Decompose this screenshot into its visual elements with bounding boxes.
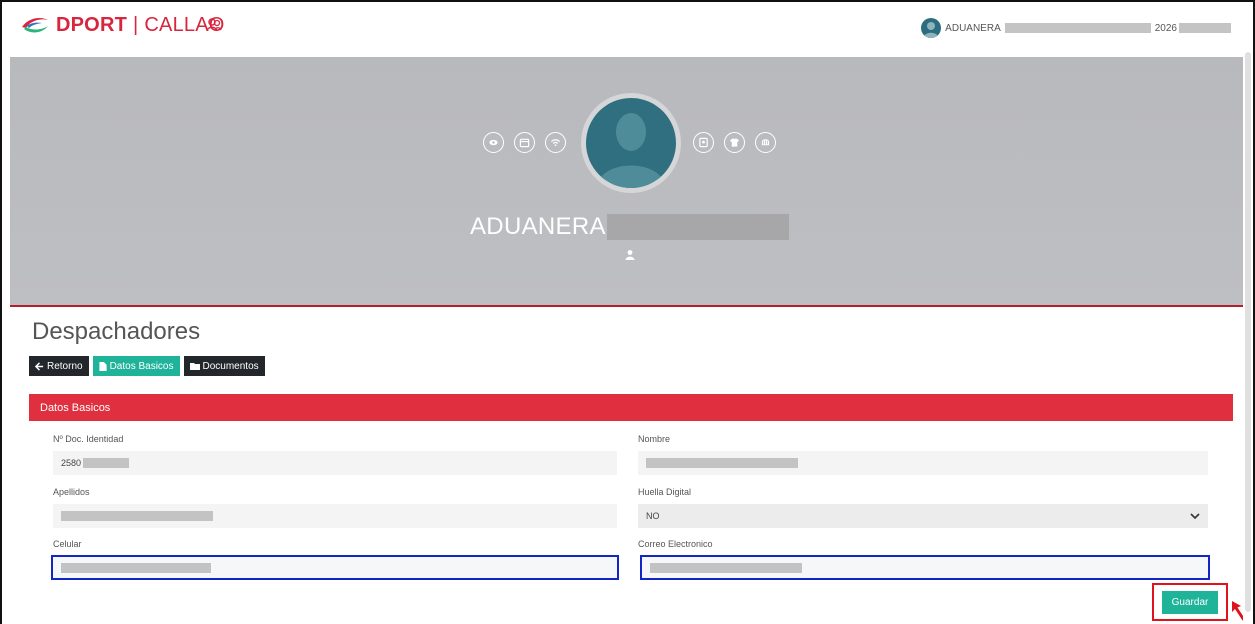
user-avatar: [921, 18, 942, 38]
doc-identidad-field[interactable]: 2580: [53, 451, 617, 475]
nombre-label: Nombre: [638, 434, 671, 444]
brand-primary: DPORT: [56, 14, 127, 36]
apellidos-redacted: [61, 511, 213, 521]
eye-icon[interactable]: [483, 132, 504, 153]
dport-logo-icon[interactable]: [20, 14, 50, 36]
tab-datos-basicos[interactable]: Datos Basicos: [92, 356, 180, 376]
user-year: 2026: [1154, 22, 1177, 34]
tab-documentos-label: Documentos: [202, 360, 259, 372]
person-icon: [625, 250, 635, 260]
nombre-redacted: [646, 458, 798, 468]
user-silhouette-icon: [923, 22, 940, 38]
user-menu[interactable]: ADUANERA 2026: [921, 16, 1231, 40]
huella-digital-select[interactable]: NO: [638, 504, 1208, 528]
page-scrollbar[interactable]: [1243, 48, 1253, 624]
id-badge-icon[interactable]: [693, 132, 714, 153]
page-title: Despachadores: [32, 318, 201, 345]
doc-identidad-redacted: [83, 458, 130, 468]
back-button-label: Retorno: [47, 360, 83, 372]
glove-icon[interactable]: [755, 132, 776, 153]
correo-label: Correo Electronico: [638, 539, 713, 549]
top-navbar: DPORT | CALLAO ADUANERA 2026: [2, 2, 1253, 48]
user-name-redacted: [1004, 23, 1151, 33]
folder-icon: [189, 363, 200, 370]
celular-input[interactable]: [51, 555, 619, 580]
correo-redacted: [650, 562, 802, 573]
brand-separator: |: [133, 14, 139, 36]
apellidos-label: Apellidos: [53, 487, 90, 497]
huella-digital-label: Huella Digital: [638, 487, 692, 497]
arrow-left-icon: [35, 361, 44, 371]
calendar-icon[interactable]: [514, 132, 535, 153]
profile-avatar[interactable]: [581, 93, 681, 193]
apellidos-field[interactable]: [53, 504, 617, 528]
shirt-icon[interactable]: [724, 132, 745, 153]
tab-bar: Retorno Datos Basicos Documentos: [29, 356, 265, 376]
wifi-icon[interactable]: [545, 132, 566, 153]
user-id-redacted: [1179, 23, 1231, 33]
file-icon: [98, 361, 107, 371]
back-button[interactable]: Retorno: [29, 356, 89, 376]
user-silhouette-icon: [596, 113, 666, 188]
panel-header: Datos Basicos: [29, 394, 1233, 421]
huella-digital-value: NO: [646, 511, 660, 521]
doc-identidad-value: 2580: [61, 458, 82, 468]
save-button[interactable]: Guardar: [1162, 591, 1218, 614]
correo-input[interactable]: [640, 555, 1210, 580]
chevron-down-icon: [1190, 512, 1200, 519]
users-icon[interactable]: [206, 17, 222, 33]
profile-banner: ADUANERA: [10, 57, 1251, 307]
doc-identidad-label: Nº Doc. Identidad: [53, 434, 124, 444]
tab-datos-basicos-label: Datos Basicos: [109, 360, 174, 372]
celular-label: Celular: [53, 539, 82, 549]
tab-documentos[interactable]: Documentos: [183, 356, 265, 376]
user-name: ADUANERA: [945, 22, 1001, 34]
profile-avatar-image: [586, 98, 676, 188]
profile-name: ADUANERA: [470, 213, 606, 240]
celular-redacted: [61, 562, 211, 573]
profile-name-redacted: [607, 214, 789, 240]
nombre-field[interactable]: [638, 451, 1208, 475]
panel-title: Datos Basicos: [40, 401, 111, 414]
brand-title[interactable]: DPORT | CALLAO: [56, 14, 225, 37]
